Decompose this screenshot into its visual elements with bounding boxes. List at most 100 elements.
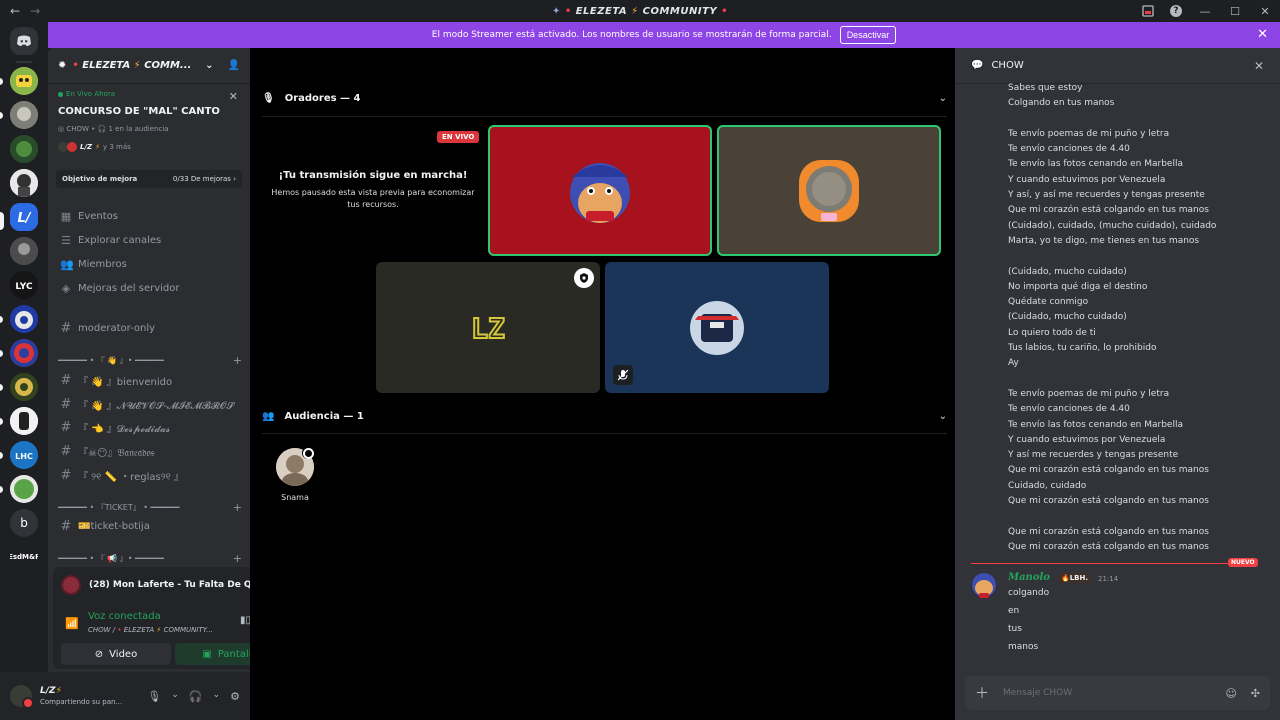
hash-icon: # — [60, 419, 72, 435]
server-icon[interactable] — [10, 237, 38, 265]
message-text-line: Te envío las fotos cenando en Marbella — [1008, 419, 1183, 430]
category-header[interactable]: ━━━━━━ • 『TICKET』 • ━━━━━━ + — [58, 500, 242, 514]
channel-name: 『 👋 』bienvenido — [78, 376, 173, 388]
message-text-line: Te envío poemas de mi puño y letra — [1008, 128, 1170, 139]
window-controls: ? — ☐ ✕ — [1134, 0, 1280, 22]
attach-plus-icon[interactable]: ＋ — [975, 683, 989, 703]
message-author-avatar[interactable] — [969, 570, 999, 600]
add-member-icon[interactable]: 👤 — [228, 60, 240, 71]
voice-status[interactable]: Voz conectada — [88, 611, 161, 622]
add-channel-icon[interactable]: + — [233, 501, 242, 514]
channel-nuevos-miembros[interactable]: # 『 👋 』𝓝𝓤𝓔𝓥𝓞𝓢-𝓜𝓘𝓔𝓜𝓑𝓡𝓞𝓢 — [56, 394, 242, 414]
user-info[interactable]: L/Z⚡ Compartiendo su pan... — [40, 686, 122, 706]
user-avatar[interactable] — [10, 685, 34, 709]
history-nav: ← → — [0, 4, 40, 18]
close-chat-icon[interactable]: ✕ — [1254, 59, 1264, 73]
chevron-down-icon[interactable]: ⌄ — [213, 690, 221, 703]
channel-baneados[interactable]: # 『☠😶』𝔅𝔞𝔫𝔢𝔞𝔡𝔬𝔰 — [56, 441, 242, 461]
signal-icon[interactable]: 📶 — [65, 617, 79, 630]
message-input[interactable] — [1003, 688, 1193, 698]
chevron-down-icon[interactable]: ⌄ — [171, 690, 179, 703]
channel-reglas[interactable]: # 『 ୨୧ 📏 ・reglas୨୧ 』 — [56, 465, 242, 485]
speaker-tile[interactable] — [488, 125, 712, 256]
server-icon[interactable] — [10, 135, 38, 163]
chat-header: 💬 CHOW ✕ — [955, 48, 1280, 84]
nav-server-boosts[interactable]: ◈ Mejoras del servidor — [56, 278, 242, 298]
add-channel-icon[interactable]: + — [233, 354, 242, 367]
hash-icon: # — [60, 396, 72, 412]
server-icon[interactable] — [10, 305, 38, 333]
category-name: ━━━━━━ • 『 📢 』• ━━━━━━ — [58, 553, 164, 563]
voice-location[interactable]: CHOW / • ELEZETA ⚡ COMMUNITY... — [88, 626, 213, 634]
audience-section-header[interactable]: 👥 Audiencia — 1 ⌄ — [262, 404, 947, 428]
server-icon[interactable] — [10, 475, 38, 503]
voice-server-suffix: COMMUNITY... — [163, 626, 213, 634]
calendar-icon: ▦ — [60, 209, 72, 223]
close-event-icon[interactable]: ✕ — [229, 90, 238, 103]
discord-window: ← → ✦ • ELEZETA ⚡ COMMUNITY • ? — ☐ ✕ L/… — [0, 0, 1280, 720]
channel-ticket-botija[interactable]: # 🎫ticket-botija — [56, 516, 242, 536]
forward-arrow-icon[interactable]: → — [30, 4, 40, 18]
server-icon[interactable]: LYC — [10, 271, 38, 299]
stream-paused-text: Hemos pausado esta vista previa para eco… — [271, 188, 475, 209]
help-icon[interactable]: ? — [1162, 0, 1190, 22]
server-icon[interactable] — [10, 407, 38, 435]
video-button[interactable]: ⊘ Video — [61, 643, 171, 665]
add-channel-icon[interactable]: + — [233, 552, 242, 565]
now-playing-title: (28) Mon Laferte - Tu Falta De Quer... — [89, 580, 263, 590]
message-text-line: Que mi corazón está colgando en tus mano… — [1008, 496, 1209, 507]
boost-goal-progress-text: 0/33 De mejoras — [172, 175, 231, 183]
server-icon[interactable]: EsdM&F — [10, 543, 38, 571]
disable-streamer-mode-button[interactable]: Desactivar — [839, 26, 897, 44]
chevron-down-icon[interactable]: ⌄ — [939, 411, 947, 422]
channel-bienvenido[interactable]: # 『 👋 』bienvenido — [56, 370, 242, 390]
chat-panel: 💬 CHOW ✕ Sabes que estoy Colgando en tus … — [955, 48, 1280, 720]
server-icon-active[interactable]: L/ — [10, 203, 38, 231]
nav-events[interactable]: ▦ Eventos — [56, 206, 242, 226]
headphones-icon[interactable]: 🎧 — [189, 690, 203, 703]
channel-despedidas[interactable]: # 『 👈 』𝓓𝓮𝓼𝓹𝓮𝓭𝓲𝓭𝓪𝓼 — [56, 417, 242, 437]
channel-name: 『 👋 』𝓝𝓤𝓔𝓥𝓞𝓢-𝓜𝓘𝓔𝓜𝓑𝓡𝓞𝓢 — [78, 400, 235, 412]
channel-moderator-only[interactable]: # moderator-only — [56, 318, 242, 338]
maximize-icon[interactable]: ☐ — [1220, 0, 1250, 22]
server-icon[interactable] — [10, 373, 38, 401]
title-dot-icon: • — [72, 60, 79, 71]
microphone-icon[interactable]: 🎙 — [147, 690, 161, 703]
tile-logo-text: LZ — [471, 312, 505, 345]
close-banner-icon[interactable]: ✕ — [1257, 27, 1268, 42]
server-icon[interactable] — [10, 101, 38, 129]
back-arrow-icon[interactable]: ← — [10, 4, 20, 18]
message-author-name[interactable]: Manolo — [1008, 572, 1050, 583]
close-window-icon[interactable]: ✕ — [1250, 0, 1280, 22]
server-icon[interactable]: b — [10, 509, 38, 537]
category-header[interactable]: ━━━━━━ • 『 📢 』• ━━━━━━ + — [58, 551, 242, 565]
speakers-section-header[interactable]: 🎙 Oradores — 4 ⌄ — [262, 86, 947, 110]
server-icon[interactable] — [10, 339, 38, 367]
discord-home-icon[interactable] — [10, 27, 38, 55]
emoji-icon[interactable]: ☺ — [1225, 687, 1236, 700]
speaker-tile[interactable] — [717, 125, 941, 256]
server-icon[interactable] — [10, 67, 38, 95]
video-label: Video — [109, 648, 138, 660]
settings-gear-icon[interactable]: ⚙ — [230, 690, 240, 703]
event-title: CONCURSO DE "MAL" CANTO — [58, 106, 220, 117]
message-lyrics-block: Sabes que estoy Colgando en tus manos Te e… — [1008, 81, 1268, 555]
category-header[interactable]: ━━━━━━ • 『 👋 』• ━━━━━━ + — [58, 353, 242, 367]
window-title-text: ELEZETA — [575, 5, 628, 17]
nav-explore-channels[interactable]: ☰ Explorar canales — [56, 230, 242, 250]
channel-name: 『☠😶』𝔅𝔞𝔫𝔢𝔞𝔡𝔬𝔰 — [78, 447, 155, 459]
server-header[interactable]: ✹ • ELEZETA ⚡ COMM... ⌄ 👤 — [48, 48, 250, 84]
speaker-tile[interactable]: LZ — [376, 262, 600, 393]
minimize-icon[interactable]: — — [1190, 0, 1220, 22]
user-name: L/Z⚡ — [40, 686, 122, 696]
speaker-tile[interactable] — [605, 262, 829, 393]
inbox-icon[interactable] — [1134, 0, 1162, 22]
boost-goal-bar[interactable]: Objetivo de mejora 0/33 De mejoras › — [56, 170, 242, 188]
apps-icon[interactable]: ✣ — [1251, 687, 1260, 700]
nav-members[interactable]: 👥 Miembros — [56, 254, 242, 274]
message-text-line: Tus labios, tu cariño, lo prohibido — [1008, 343, 1157, 354]
chevron-down-icon[interactable]: ⌄ — [939, 93, 947, 104]
active-server-indicator — [0, 212, 4, 230]
server-icon[interactable]: LHC — [10, 441, 38, 469]
server-icon[interactable] — [10, 169, 38, 197]
